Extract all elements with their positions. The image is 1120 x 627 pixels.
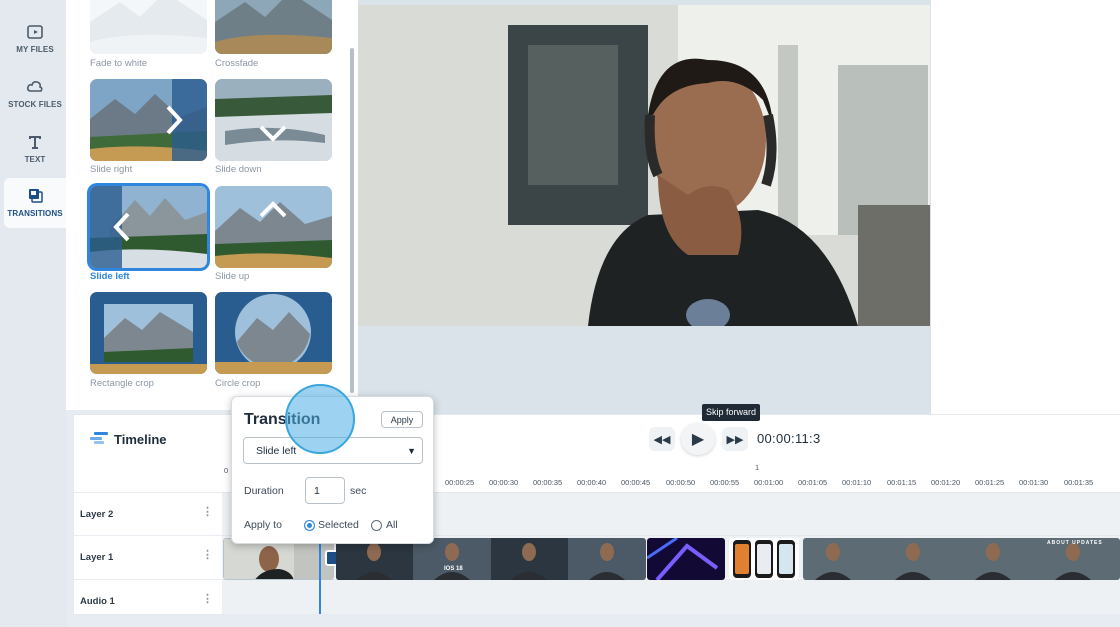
transition-label: Crossfade <box>215 58 259 69</box>
panel-scrollbar[interactable] <box>350 48 354 393</box>
my-files-icon <box>27 25 43 39</box>
nav-item-stock-files[interactable]: STOCK FILES <box>4 69 66 119</box>
video-preview[interactable] <box>358 5 930 326</box>
ruler-tick: 00:01:15 <box>887 478 917 487</box>
layer-row-layer-2[interactable]: Layer 2 ⋮ <box>74 492 222 535</box>
layer-label: Layer 1 <box>80 552 114 563</box>
ruler-tick: 00:01:25 <box>975 478 1005 487</box>
ruler-tick: 00:01:05 <box>798 478 828 487</box>
layer-menu-icon[interactable]: ⋮ <box>202 505 213 518</box>
ruler-tick: 00:01:10 <box>842 478 872 487</box>
nav-label-stock-files: STOCK FILES <box>8 100 62 109</box>
transition-thumb-slide-down[interactable] <box>215 79 332 161</box>
video-editor-window: MY FILES STOCK FILES TEXT TRANSITIONS Fa… <box>0 0 1120 627</box>
layer-label: Layer 2 <box>80 509 114 520</box>
ruler-tick: 00:01:20 <box>931 478 961 487</box>
clip-end-caption: ABOUT UPDATES <box>1047 540 1103 546</box>
ruler-tick: 00:00:30 <box>489 478 519 487</box>
transition-type-value: Slide left <box>256 445 297 457</box>
cloud-icon <box>27 81 43 92</box>
layer-menu-icon[interactable]: ⋮ <box>202 592 213 605</box>
nav-item-my-files[interactable]: MY FILES <box>4 14 66 64</box>
nav-label-text: TEXT <box>24 155 46 164</box>
bottom-strip <box>66 614 1120 627</box>
radio-all[interactable] <box>371 520 382 531</box>
transition-thumb-slide-up[interactable] <box>215 186 332 268</box>
layer-row-layer-1[interactable]: Layer 1 ⋮ <box>74 535 222 578</box>
skip-back-button[interactable]: ◀◀ <box>649 427 675 451</box>
timeline-icon <box>90 432 108 444</box>
ruler-tick: 00:01:35 <box>1064 478 1094 487</box>
play-icon: ▶ <box>691 431 705 448</box>
ruler-tick: 00:00:40 <box>577 478 607 487</box>
nav-label-transitions: TRANSITIONS <box>7 209 63 218</box>
skip-forward-tooltip: Skip forward <box>702 404 761 421</box>
apply-button[interactable]: Apply <box>381 411 423 428</box>
current-time: 00:00:11:3 <box>757 431 821 446</box>
skip-forward-button[interactable]: ▶▶ <box>722 427 748 451</box>
ruler-tick: 00:00:55 <box>710 478 740 487</box>
play-button[interactable]: ▶ <box>681 423 715 455</box>
transition-thumb-crossfade[interactable] <box>215 0 332 54</box>
ruler-tick: 00:00:35 <box>533 478 563 487</box>
transition-thumb-slide-right[interactable] <box>90 79 207 161</box>
timeline-title: Timeline <box>114 432 167 447</box>
apply-to-label: Apply to <box>244 519 282 531</box>
video-clip-2[interactable]: IOS 18 <box>336 538 646 580</box>
transition-thumb-rectangle-crop[interactable] <box>90 292 207 374</box>
duration-input[interactable]: 1 <box>305 477 345 504</box>
clip-caption: IOS 18 <box>444 566 463 572</box>
radio-selected[interactable] <box>304 520 315 531</box>
transition-label: Circle crop <box>215 378 261 389</box>
right-empty-panel <box>931 0 1120 414</box>
ruler-tick: 00:01:00 <box>754 478 784 487</box>
ruler-tick: 00:01:30 <box>1019 478 1049 487</box>
transition-thumb-circle-crop[interactable] <box>215 292 332 374</box>
nav-label-my-files: MY FILES <box>16 45 54 54</box>
ruler-tick: 0 <box>224 466 229 475</box>
ruler-tick: 00:00:50 <box>666 478 696 487</box>
radio-all-label: All <box>386 519 398 531</box>
transition-label: Fade to white <box>90 58 148 69</box>
nav-item-text[interactable]: TEXT <box>4 124 66 174</box>
transition-label: Rectangle crop <box>90 378 154 389</box>
transition-label: Slide right <box>90 164 133 175</box>
duration-unit: sec <box>350 485 367 497</box>
chevron-down-icon: ▼ <box>407 446 416 456</box>
nav-item-transitions[interactable]: TRANSITIONS <box>4 178 66 228</box>
transition-thumb-slide-left[interactable] <box>90 186 207 268</box>
ruler-marker: 1 <box>755 463 760 472</box>
transition-label-selected: Slide left <box>90 271 130 282</box>
transitions-panel: Fade to white Crossfade Slide right Slid… <box>66 0 358 410</box>
layer-label: Audio 1 <box>80 596 115 607</box>
transitions-icon <box>29 189 43 203</box>
ruler-tick: 00:00:45 <box>621 478 651 487</box>
video-clip-4[interactable] <box>729 538 799 580</box>
video-clip-3[interactable] <box>647 538 725 580</box>
rewind-icon: ◀◀ <box>653 433 671 446</box>
radio-selected-label: Selected <box>318 519 359 531</box>
video-clip-1[interactable] <box>223 538 334 580</box>
duration-label: Duration <box>244 485 284 497</box>
click-indicator <box>285 384 355 454</box>
transition-thumb-fade-to-white[interactable] <box>90 0 207 54</box>
text-icon <box>29 136 41 149</box>
left-nav: MY FILES STOCK FILES TEXT TRANSITIONS <box>0 0 66 627</box>
transition-label: Slide down <box>215 164 262 175</box>
video-clip-5[interactable]: ABOUT UPDATES <box>803 538 1120 580</box>
fast-forward-icon: ▶▶ <box>726 433 744 446</box>
transition-label: Slide up <box>215 271 250 282</box>
ruler-tick: 00:00:25 <box>445 478 475 487</box>
layer-menu-icon[interactable]: ⋮ <box>202 548 213 561</box>
